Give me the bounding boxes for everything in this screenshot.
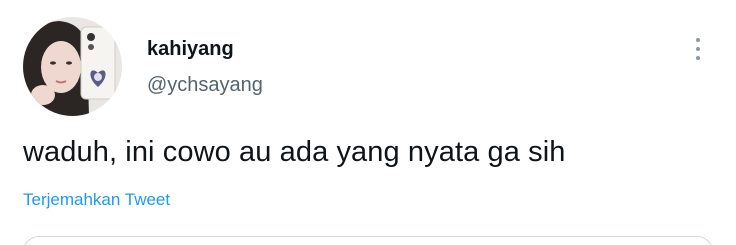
avatar-image [23, 17, 122, 116]
tweet: kahiyang @ychsayang waduh, ini cowo au a… [0, 0, 736, 245]
display-name[interactable]: kahiyang [147, 38, 234, 61]
user-handle[interactable]: @ychsayang [147, 74, 263, 97]
more-options-button[interactable] [688, 34, 708, 64]
embedded-card-border [23, 236, 713, 245]
translate-tweet-link[interactable]: Terjemahkan Tweet [23, 190, 170, 210]
avatar[interactable] [23, 17, 122, 116]
more-vertical-icon [696, 38, 700, 42]
tweet-text: waduh, ini cowo au ada yang nyata ga sih [23, 136, 566, 168]
